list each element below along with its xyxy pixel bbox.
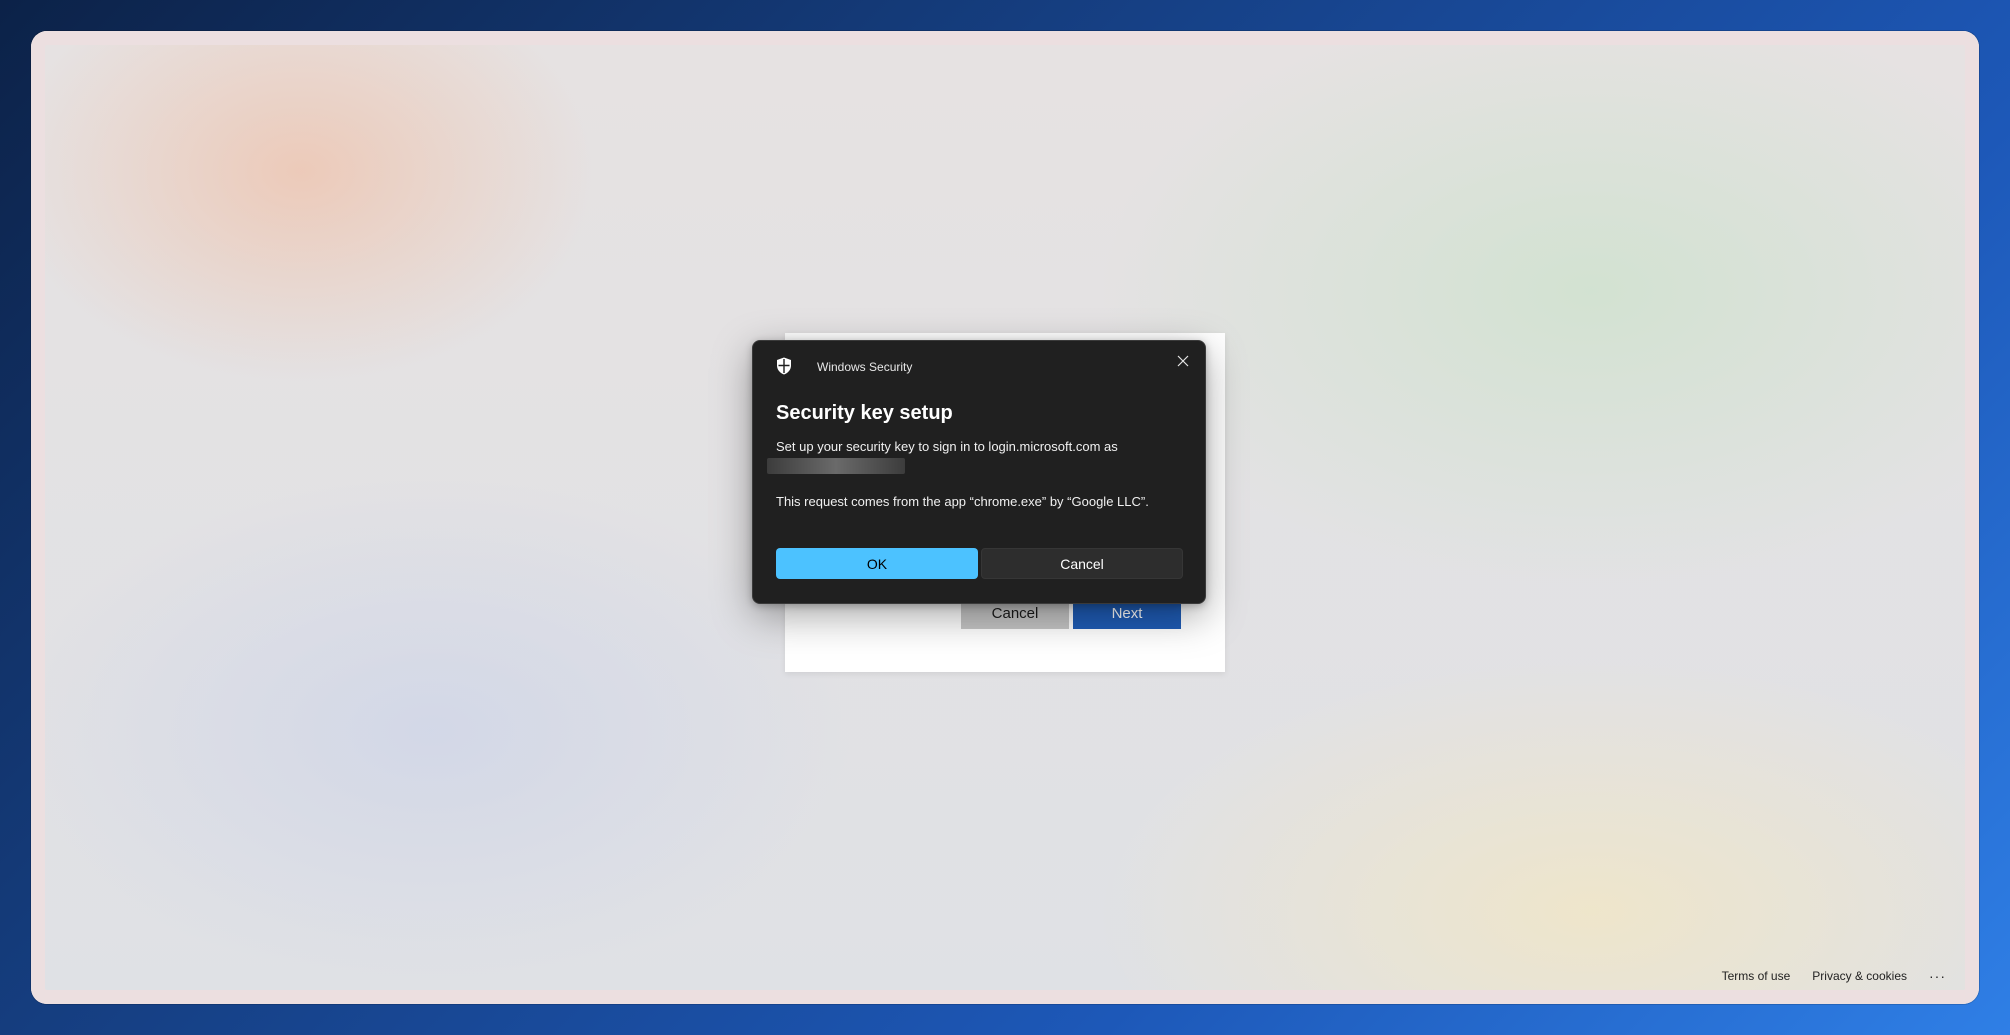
dialog-message: Set up your security key to sign in to l… bbox=[776, 439, 1118, 454]
privacy-link[interactable]: Privacy & cookies bbox=[1812, 969, 1907, 983]
redacted-account bbox=[767, 458, 905, 474]
shield-icon bbox=[776, 357, 792, 375]
more-options-icon[interactable]: ··· bbox=[1929, 968, 1946, 984]
browser-window: Cancel Next Windows Security Security ke… bbox=[31, 31, 1979, 1004]
dialog-titlebar: Windows Security bbox=[753, 341, 1205, 385]
dialog-request-info: This request comes from the app “chrome.… bbox=[776, 494, 1149, 509]
terms-link[interactable]: Terms of use bbox=[1722, 969, 1791, 983]
security-dialog: Windows Security Security key setup Set … bbox=[752, 340, 1206, 604]
cancel-button[interactable]: Cancel bbox=[981, 548, 1183, 579]
close-icon[interactable] bbox=[1172, 350, 1194, 372]
footer: Terms of use Privacy & cookies ··· bbox=[1722, 968, 1946, 984]
dialog-app-name: Windows Security bbox=[817, 360, 913, 374]
ok-button[interactable]: OK bbox=[776, 548, 978, 579]
dialog-heading: Security key setup bbox=[776, 402, 953, 424]
